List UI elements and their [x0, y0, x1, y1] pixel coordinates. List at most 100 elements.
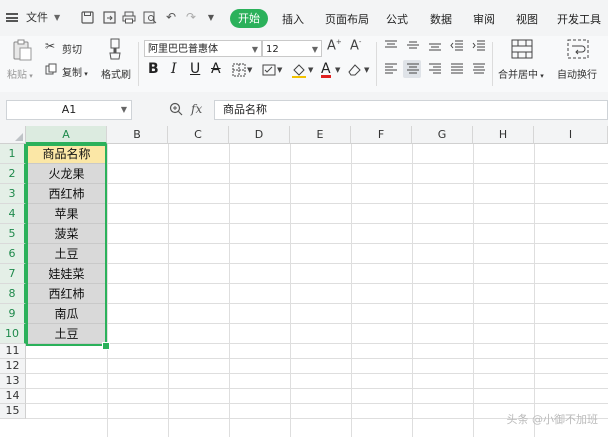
cell-a4[interactable]: 苹果 [27, 204, 106, 224]
insert-function-icon[interactable]: fx [191, 102, 202, 116]
row-header-11[interactable]: 11 [0, 344, 26, 359]
font-size-select[interactable]: 12 ▼ [262, 40, 322, 57]
align-right-icon[interactable] [428, 63, 442, 78]
scissors-icon[interactable]: ✂ [45, 39, 55, 53]
row-header-12[interactable]: 12 [0, 359, 26, 374]
print-icon[interactable] [121, 9, 137, 25]
row-header-9[interactable]: 9 [0, 304, 26, 324]
save-icon[interactable] [79, 9, 95, 25]
column-header-f[interactable]: F [351, 126, 412, 144]
column-header-c[interactable]: C [168, 126, 229, 144]
format-painter-button[interactable]: 格式刷 [101, 66, 131, 81]
formula-bar: A1 ▼ fx 商品名称 [0, 92, 608, 126]
row-header-6[interactable]: 6 [0, 244, 26, 264]
tab-page-layout[interactable]: 页面布局 [325, 11, 369, 27]
row-header-10[interactable]: 10 [0, 324, 26, 344]
cell-a2[interactable]: 火龙果 [27, 164, 106, 184]
tab-data[interactable]: 数据 [430, 11, 452, 27]
tab-formulas[interactable]: 公式 [386, 11, 408, 27]
cell-a6[interactable]: 土豆 [27, 244, 106, 264]
column-header-d[interactable]: D [229, 126, 290, 144]
copy-icon[interactable] [45, 63, 57, 78]
align-left-icon[interactable] [384, 63, 398, 78]
formula-input[interactable]: 商品名称 [214, 100, 608, 120]
row-header-14[interactable]: 14 [0, 389, 26, 404]
merge-center-button[interactable]: 合并居中 ▾ [498, 66, 544, 81]
select-all-corner[interactable] [0, 126, 26, 144]
cell-a3[interactable]: 西红柿 [27, 184, 106, 204]
increase-font-icon[interactable]: A+ [327, 38, 342, 53]
justify-icon[interactable] [450, 63, 464, 78]
print-preview-icon[interactable] [142, 9, 158, 25]
tab-home[interactable]: 开始 [230, 9, 268, 28]
cell-a9[interactable]: 南瓜 [27, 304, 106, 324]
gridline [168, 144, 169, 437]
clear-format-icon[interactable] [347, 62, 362, 81]
gridline [229, 144, 230, 437]
font-color-icon[interactable]: A [321, 61, 331, 78]
chevron-down-icon[interactable]: ▼ [308, 66, 313, 74]
column-header-i[interactable]: I [534, 126, 608, 144]
align-middle-icon[interactable] [406, 40, 420, 55]
file-menu[interactable]: 文件 ▼ [6, 9, 60, 25]
undo-icon[interactable]: ↶ [163, 9, 179, 25]
paste-button[interactable]: 粘贴 ▾ [7, 66, 33, 81]
quick-access-dropdown-icon[interactable]: ▼ [203, 9, 219, 25]
wrap-text-button[interactable]: 自动换行 [557, 66, 597, 81]
column-header-e[interactable]: E [290, 126, 351, 144]
chevron-down-icon[interactable]: ▼ [277, 66, 282, 74]
merge-center-icon[interactable] [511, 39, 533, 62]
zoom-search-icon[interactable] [169, 102, 183, 119]
cell-a5[interactable]: 菠菜 [27, 224, 106, 244]
strikethrough-icon[interactable]: A [211, 61, 221, 77]
row-header-1[interactable]: 1 [0, 144, 26, 164]
redo-icon[interactable]: ↷ [183, 9, 199, 25]
paste-icon[interactable] [12, 39, 32, 64]
export-icon[interactable] [101, 9, 117, 25]
italic-icon[interactable]: I [171, 61, 177, 77]
chevron-down-icon[interactable]: ▼ [364, 66, 369, 74]
row-header-8[interactable]: 8 [0, 284, 26, 304]
cell-a10[interactable]: 土豆 [27, 324, 106, 344]
align-bottom-icon[interactable] [428, 40, 442, 55]
cell-a1[interactable]: 商品名称 [27, 144, 106, 164]
cell-a8[interactable]: 西红柿 [27, 284, 106, 304]
align-center-icon[interactable] [406, 63, 420, 78]
cell-a7[interactable]: 娃娃菜 [27, 264, 106, 284]
copy-button[interactable]: 复制 ▾ [62, 64, 88, 79]
gridline [26, 388, 608, 389]
decrease-indent-icon[interactable] [450, 40, 464, 55]
border-icon[interactable] [232, 63, 246, 80]
underline-icon[interactable]: U [190, 61, 200, 77]
distributed-align-icon[interactable] [472, 63, 486, 78]
chevron-down-icon[interactable]: ▼ [247, 66, 252, 74]
font-name-select[interactable]: 阿里巴巴普惠体 ▼ [144, 40, 262, 57]
row-header-5[interactable]: 5 [0, 224, 26, 244]
row-header-3[interactable]: 3 [0, 184, 26, 204]
wrap-text-icon[interactable] [567, 39, 589, 62]
name-box[interactable]: A1 ▼ [6, 100, 132, 120]
tab-insert[interactable]: 插入 [282, 11, 304, 27]
row-header-15[interactable]: 15 [0, 404, 26, 419]
fill-handle[interactable] [102, 342, 110, 350]
chevron-down-icon[interactable]: ▼ [335, 66, 340, 74]
row-header-13[interactable]: 13 [0, 374, 26, 389]
row-header-7[interactable]: 7 [0, 264, 26, 284]
column-header-h[interactable]: H [473, 126, 534, 144]
cell-style-icon[interactable] [262, 63, 276, 81]
row-header-4[interactable]: 4 [0, 204, 26, 224]
format-painter-icon[interactable] [106, 38, 124, 63]
bold-icon[interactable]: B [148, 61, 159, 77]
tab-view[interactable]: 视图 [516, 11, 538, 27]
increase-indent-icon[interactable] [472, 40, 486, 55]
tab-developer[interactable]: 开发工具 [557, 11, 601, 27]
decrease-font-icon[interactable]: A- [350, 38, 361, 53]
tab-review[interactable]: 审阅 [473, 11, 495, 27]
column-header-b[interactable]: B [107, 126, 168, 144]
align-top-icon[interactable] [384, 40, 398, 55]
column-header-a[interactable]: A [26, 126, 107, 144]
fill-color-icon[interactable] [291, 62, 307, 82]
cut-button[interactable]: 剪切 [62, 41, 82, 56]
row-header-2[interactable]: 2 [0, 164, 26, 184]
column-header-g[interactable]: G [412, 126, 473, 144]
